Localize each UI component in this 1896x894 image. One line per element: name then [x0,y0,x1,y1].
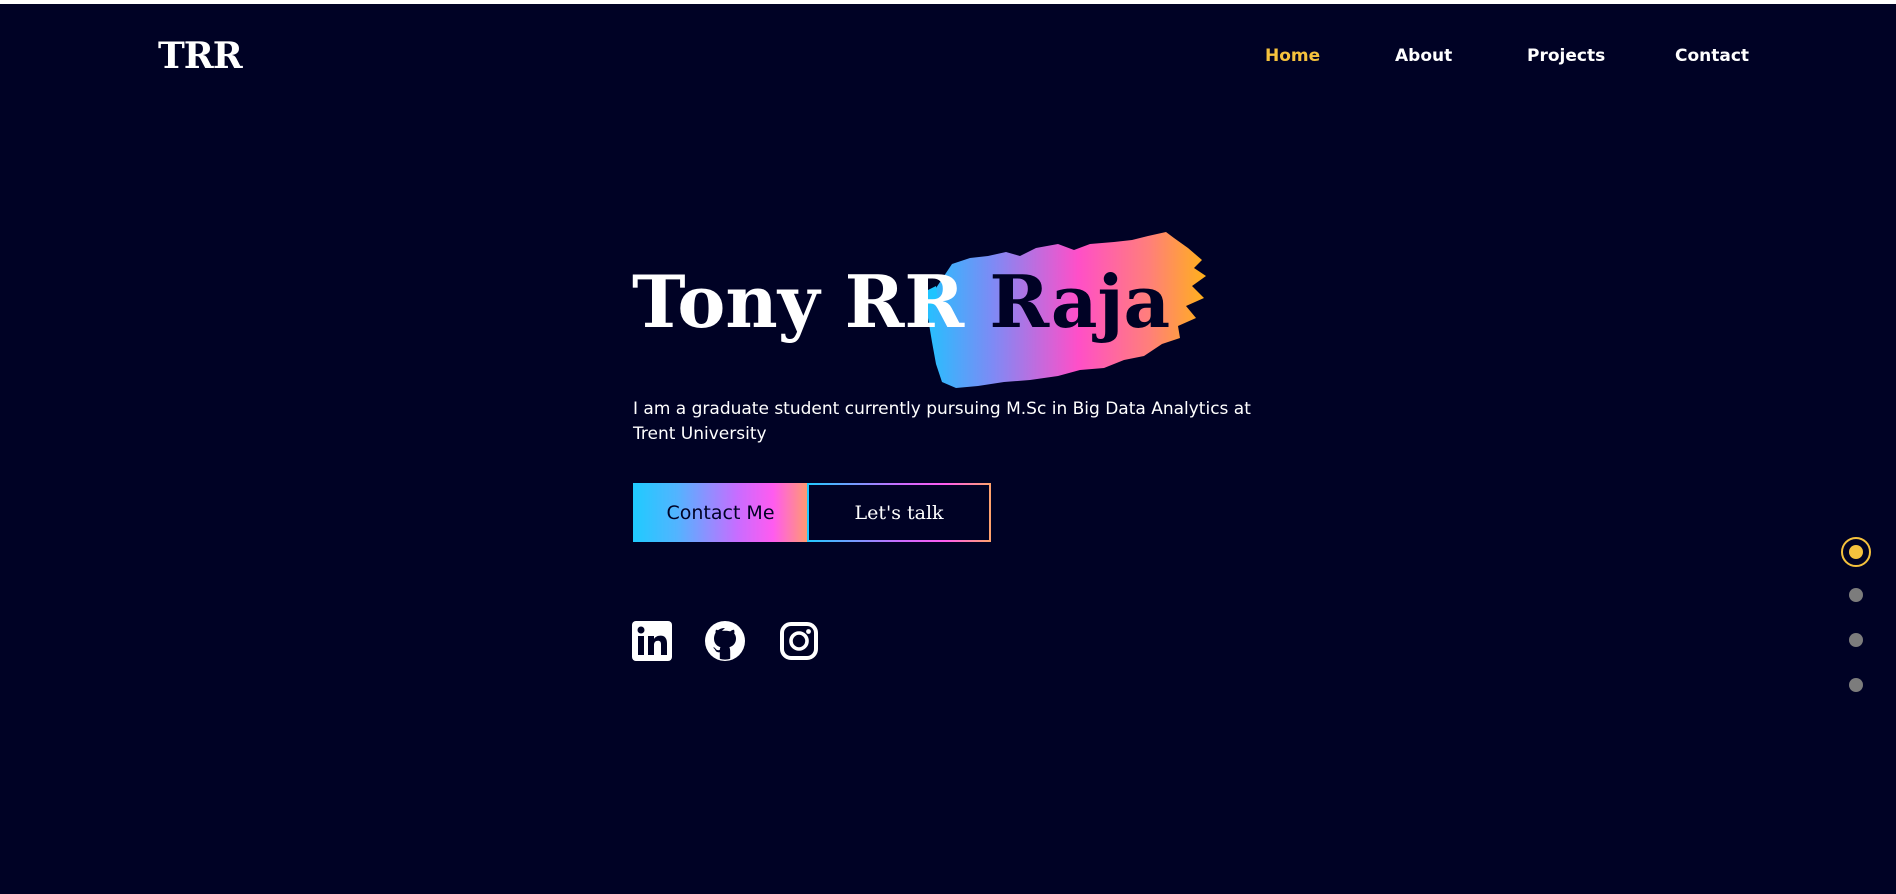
lets-talk-button[interactable]: Let's talk [807,483,991,542]
page: TRR Home About Projects Contact Tony RR … [0,4,1896,894]
nav-home[interactable]: Home [1265,46,1320,66]
instagram-icon[interactable] [779,621,819,661]
linkedin-icon[interactable] [632,621,672,661]
hero-name: Tony RR Raja [632,266,1170,338]
nav-contact[interactable]: Contact [1675,46,1749,66]
hero-intro: I am a graduate student currently pursui… [633,399,1251,444]
hero-first-name: Tony RR [632,259,990,344]
section-dot-home[interactable] [1841,537,1871,567]
nav-projects[interactable]: Projects [1527,46,1605,66]
section-dot-about[interactable] [1849,588,1863,602]
github-icon[interactable] [705,621,745,661]
section-dot-contact[interactable] [1849,678,1863,692]
lets-talk-label: Let's talk [809,485,989,540]
nav-about[interactable]: About [1395,46,1452,66]
hero-last-name: Raja [989,259,1171,344]
contact-me-button[interactable]: Contact Me [633,483,808,542]
main-nav: Home About Projects Contact [0,46,1896,70]
section-dot-projects[interactable] [1849,633,1863,647]
